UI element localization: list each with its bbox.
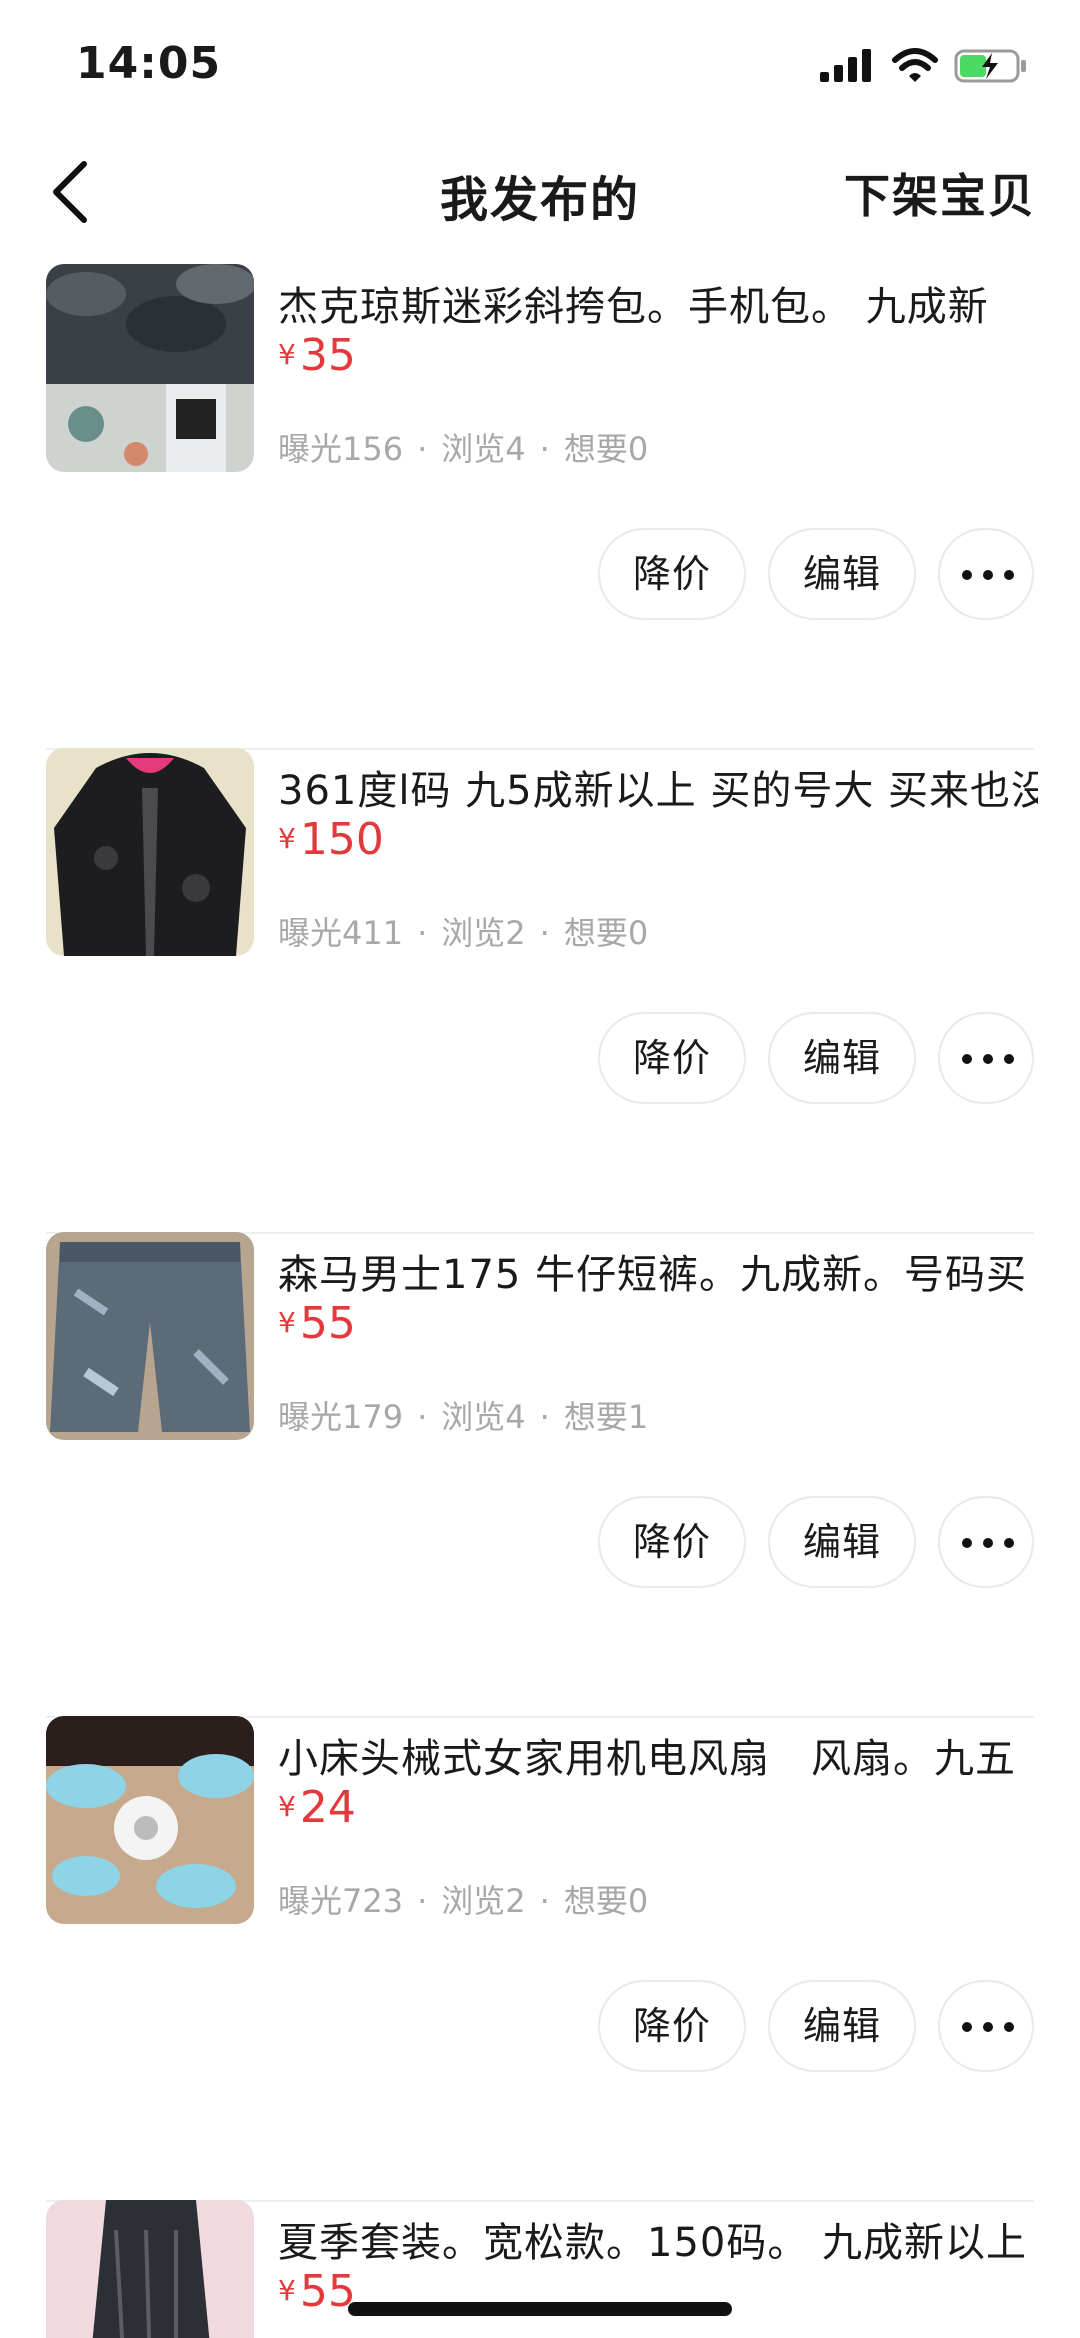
edit-button[interactable]: 编辑 <box>768 528 916 620</box>
item-title[interactable]: 夏季套装。宽松款。150码。 九成新以上 <box>278 2210 1038 2268</box>
want-count: 想要0 <box>563 430 649 468</box>
more-button[interactable] <box>938 528 1034 620</box>
want-count: 想要1 <box>563 1398 649 1436</box>
edit-button[interactable]: 编辑 <box>768 1496 916 1588</box>
more-dots-icon <box>962 1054 1014 1064</box>
reduce-price-button[interactable]: 降价 <box>598 528 746 620</box>
nav-bar: 我发布的 下架宝贝 <box>0 130 1080 254</box>
status-bar: 14:05 <box>0 0 1080 130</box>
list-item[interactable]: 夏季套装。宽松款。150码。 九成新以上 ¥55 <box>0 2200 1080 2338</box>
delist-button[interactable]: 下架宝贝 <box>844 160 1036 226</box>
item-title[interactable]: 小床头械式女家用机电风扇 风扇。九五 <box>278 1726 1038 1784</box>
price-value: 24 <box>299 1782 356 1833</box>
reduce-price-button[interactable]: 降价 <box>598 1012 746 1104</box>
wifi-icon <box>892 48 938 82</box>
item-thumbnail-camo-bag[interactable] <box>46 264 254 472</box>
view-count: 浏览2 <box>441 914 526 952</box>
home-indicator[interactable] <box>348 2302 732 2316</box>
item-thumbnail-jacket[interactable] <box>46 748 254 956</box>
list-item[interactable]: 森马男士175 牛仔短裤。九成新。号码买 ¥55 曝光179 · 浏览4 · 想要1 降… <box>0 1232 1080 1718</box>
item-price: ¥24 <box>278 1782 356 1833</box>
item-price: ¥150 <box>278 814 384 865</box>
view-count: 浏览4 <box>441 1398 526 1436</box>
price-value: 150 <box>299 814 384 865</box>
exposure-count: 曝光179 <box>278 1398 404 1436</box>
more-dots-icon <box>962 570 1014 580</box>
item-price: ¥35 <box>278 330 356 381</box>
status-time: 14:05 <box>76 38 222 89</box>
more-button[interactable] <box>938 1496 1034 1588</box>
signal-icon <box>820 49 871 82</box>
more-button[interactable] <box>938 1980 1034 2072</box>
view-count: 浏览2 <box>441 1882 526 1920</box>
want-count: 想要0 <box>563 1882 649 1920</box>
list-item[interactable]: 361度l码 九5成新以上 买的号大 买来也没 ¥150 曝光411 · 浏览2 · 想… <box>0 748 1080 1234</box>
item-price: ¥55 <box>278 2266 356 2317</box>
list-item[interactable]: 小床头械式女家用机电风扇 风扇。九五 ¥24 曝光723 · 浏览2 · 想要0 降价 … <box>0 1716 1080 2202</box>
exposure-count: 曝光723 <box>278 1882 404 1920</box>
edit-button[interactable]: 编辑 <box>768 1012 916 1104</box>
item-title[interactable]: 森马男士175 牛仔短裤。九成新。号码买 <box>278 1242 1038 1300</box>
price-value: 35 <box>299 330 356 381</box>
more-button[interactable] <box>938 1012 1034 1104</box>
status-icons <box>820 46 1040 86</box>
item-thumbnail-denim-shorts[interactable] <box>46 1232 254 1440</box>
currency-symbol: ¥ <box>278 338 296 371</box>
price-value: 55 <box>299 1298 356 1349</box>
edit-button[interactable]: 编辑 <box>768 1980 916 2072</box>
more-dots-icon <box>962 1538 1014 1548</box>
item-title[interactable]: 361度l码 九5成新以上 买的号大 买来也没 <box>278 758 1038 816</box>
currency-symbol: ¥ <box>278 822 296 855</box>
item-stats: 曝光411 · 浏览2 · 想要0 <box>278 914 649 952</box>
battery-charging-icon <box>954 49 1026 83</box>
item-stats: 曝光156 · 浏览4 · 想要0 <box>278 430 649 468</box>
list-item[interactable]: 杰克琼斯迷彩斜挎包。手机包。 九成新 ¥35 曝光156 · 浏览4 · 想要0 降价 … <box>0 264 1080 750</box>
currency-symbol: ¥ <box>278 1790 296 1823</box>
item-thumbnail-fan[interactable] <box>46 1716 254 1924</box>
view-count: 浏览4 <box>441 430 526 468</box>
more-dots-icon <box>962 2022 1014 2032</box>
reduce-price-button[interactable]: 降价 <box>598 1980 746 2072</box>
reduce-price-button[interactable]: 降价 <box>598 1496 746 1588</box>
exposure-count: 曝光411 <box>278 914 404 952</box>
item-title[interactable]: 杰克琼斯迷彩斜挎包。手机包。 九成新 <box>278 274 1038 332</box>
item-thumbnail-summer-outfit[interactable] <box>46 2200 254 2338</box>
item-stats: 曝光723 · 浏览2 · 想要0 <box>278 1882 649 1920</box>
item-stats: 曝光179 · 浏览4 · 想要1 <box>278 1398 649 1436</box>
item-price: ¥55 <box>278 1298 356 1349</box>
currency-symbol: ¥ <box>278 2274 296 2307</box>
exposure-count: 曝光156 <box>278 430 404 468</box>
currency-symbol: ¥ <box>278 1306 296 1339</box>
want-count: 想要0 <box>563 914 649 952</box>
